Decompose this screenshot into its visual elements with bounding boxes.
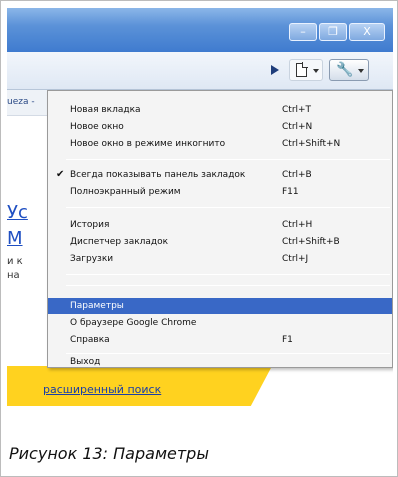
- chevron-down-icon: [313, 69, 319, 73]
- menu-item-history[interactable]: История Ctrl+H: [48, 217, 392, 233]
- menu-item-shortcut: Ctrl+H: [282, 220, 313, 230]
- menu-item-label: Всегда показывать панель закладок: [70, 170, 246, 180]
- menu-separator: [66, 353, 390, 354]
- browser-screenshot: – ❐ X 🔧 ueza - Ус М и к на расширенный п…: [7, 8, 393, 421]
- menu-item-show-bookmarks-bar[interactable]: ✔ Всегда показывать панель закладок Ctrl…: [48, 167, 392, 183]
- menu-item-options[interactable]: Параметры: [48, 298, 392, 314]
- menu-item-about[interactable]: О браузере Google Chrome: [48, 315, 392, 331]
- menu-item-shortcut: Ctrl+T: [282, 105, 312, 115]
- menu-item-help[interactable]: Справка F1: [48, 332, 392, 348]
- page-text: и к: [7, 256, 23, 267]
- page-link[interactable]: Ус: [7, 202, 28, 223]
- menu-item-label: Полноэкранный режим: [70, 187, 181, 197]
- wrench-icon: 🔧: [336, 62, 354, 78]
- menu-item-label: Диспетчер закладок: [70, 237, 169, 247]
- menu-item-shortcut: Ctrl+Shift+B: [282, 237, 340, 247]
- menu-item-bookmark-manager[interactable]: Диспетчер закладок Ctrl+Shift+B: [48, 234, 392, 250]
- bookmark-item[interactable]: ueza -: [7, 97, 35, 107]
- maximize-button[interactable]: ❐: [319, 23, 347, 41]
- close-button[interactable]: X: [349, 23, 385, 41]
- menu-item-new-window[interactable]: Новое окно Ctrl+N: [48, 119, 392, 135]
- menu-item-label: Параметры: [70, 301, 124, 311]
- menu-item-downloads[interactable]: Загрузки Ctrl+J: [48, 251, 392, 267]
- wrench-dropdown-menu: Новая вкладка Ctrl+T Новое окно Ctrl+N Н…: [47, 90, 393, 368]
- menu-item-shortcut: F1: [282, 335, 293, 345]
- menu-item-label: Выход: [70, 357, 101, 367]
- page-link[interactable]: М: [7, 228, 23, 249]
- menu-item-shortcut: Ctrl+Shift+N: [282, 139, 341, 149]
- menu-item-label: Новое окно в режиме инкогнито: [70, 139, 226, 149]
- menu-item-label: О браузере Google Chrome: [70, 318, 197, 328]
- wrench-menu-button[interactable]: 🔧: [329, 59, 369, 81]
- chevron-down-icon: [358, 69, 364, 73]
- page-text: на: [7, 270, 20, 281]
- menu-item-new-tab[interactable]: Новая вкладка Ctrl+T: [48, 102, 392, 118]
- browser-toolbar: 🔧: [7, 52, 393, 90]
- menu-item-label: Новое окно: [70, 122, 124, 132]
- menu-separator: [66, 207, 390, 208]
- menu-item-shortcut: Ctrl+J: [282, 254, 309, 264]
- menu-item-shortcut: Ctrl+B: [282, 170, 312, 180]
- menu-item-label: Загрузки: [70, 254, 114, 264]
- menu-item-label: Справка: [70, 335, 110, 345]
- menu-separator: [66, 159, 390, 160]
- page-menu-button[interactable]: [289, 59, 323, 81]
- menu-item-fullscreen[interactable]: Полноэкранный режим F11: [48, 184, 392, 200]
- page-icon: [296, 62, 308, 77]
- figure-frame: – ❐ X 🔧 ueza - Ус М и к на расширенный п…: [0, 0, 398, 477]
- advanced-search-link[interactable]: расширенный поиск: [43, 383, 161, 396]
- menu-item-incognito[interactable]: Новое окно в режиме инкогнито Ctrl+Shift…: [48, 136, 392, 152]
- menu-separator: [66, 285, 390, 286]
- play-icon[interactable]: [271, 65, 279, 75]
- menu-item-shortcut: Ctrl+N: [282, 122, 313, 132]
- menu-item-label: История: [70, 220, 110, 230]
- figure-caption: Рисунок 13: Параметры: [9, 444, 209, 463]
- window-controls: – ❐ X: [289, 23, 385, 41]
- menu-item-exit[interactable]: Выход: [48, 357, 392, 367]
- menu-item-label: Новая вкладка: [70, 105, 141, 115]
- minimize-button[interactable]: –: [289, 23, 317, 41]
- menu-item-shortcut: F11: [282, 187, 299, 197]
- window-title-bar: – ❐ X: [7, 8, 393, 52]
- menu-separator: [66, 274, 390, 275]
- checkmark-icon: ✔: [56, 169, 65, 180]
